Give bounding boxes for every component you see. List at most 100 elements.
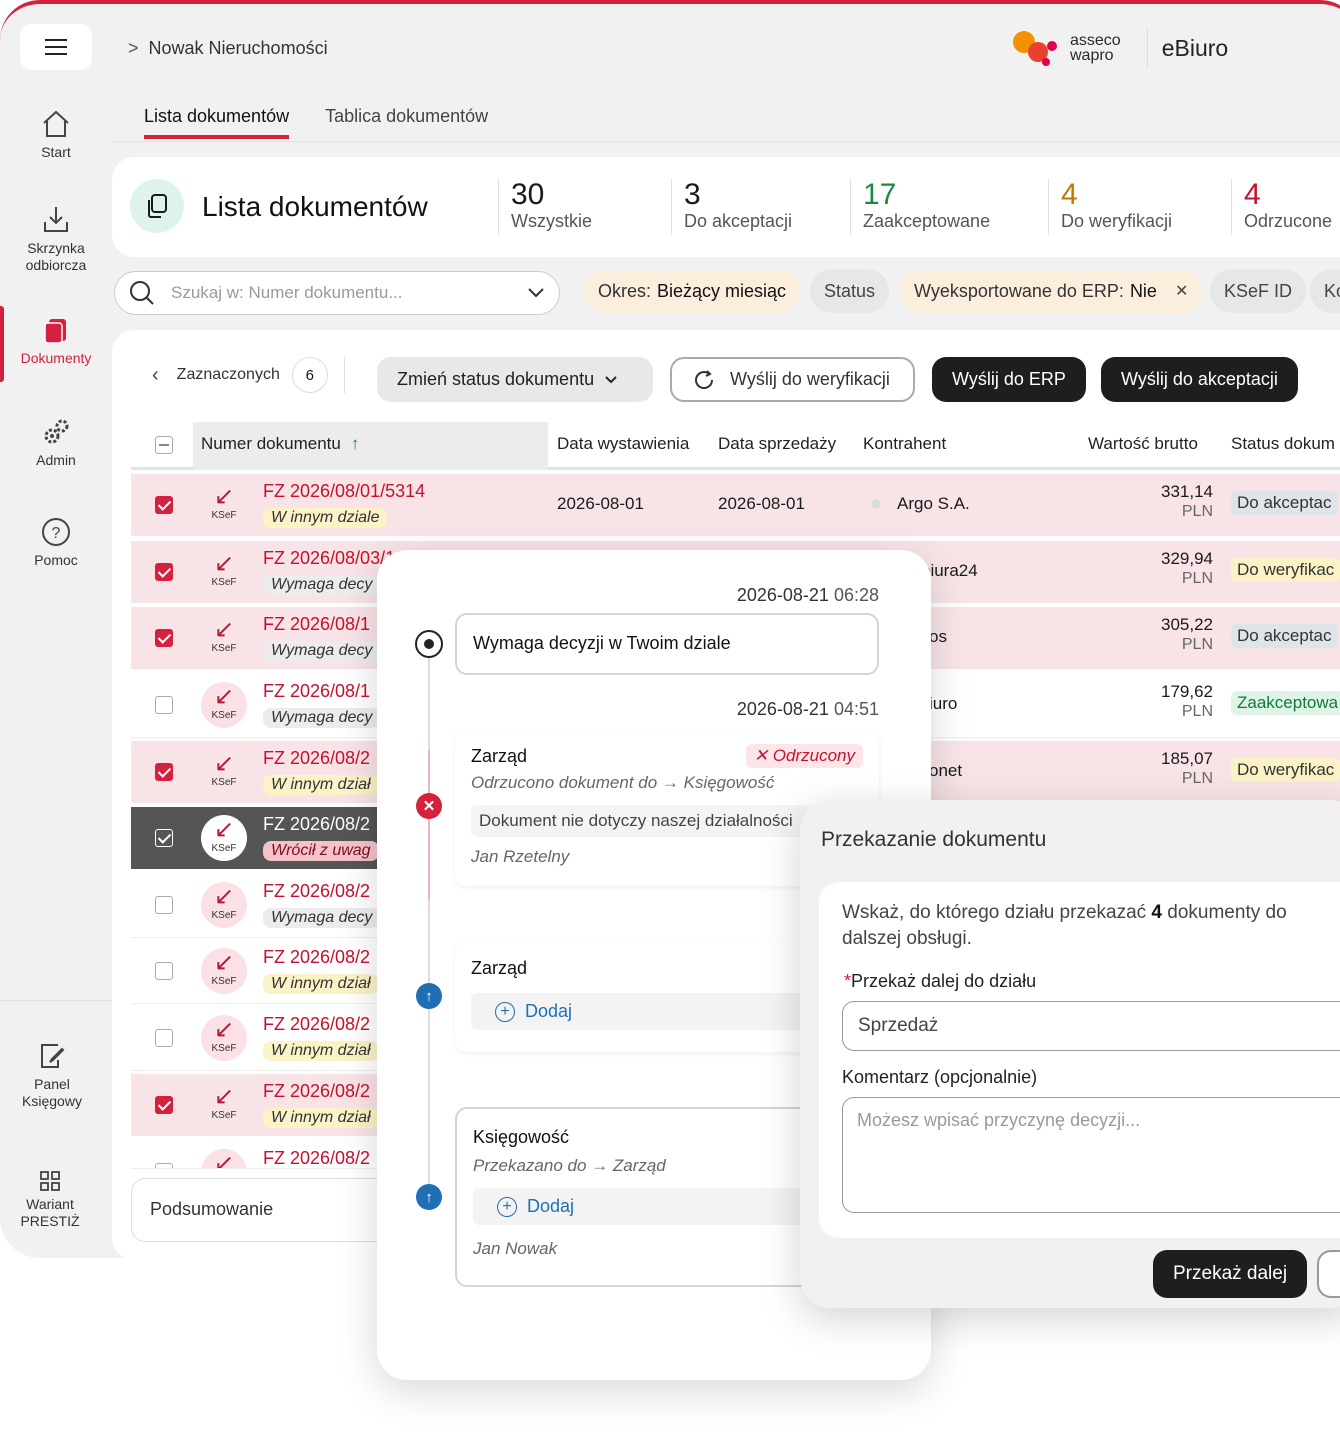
amount-value: 185,07 bbox=[1161, 749, 1213, 768]
chevron-down-icon bbox=[528, 288, 544, 298]
ksef-incoming-icon: ↙ KSeF bbox=[201, 749, 247, 795]
sidebar-item-inbox[interactable]: Skrzynka odbiorcza bbox=[0, 204, 112, 274]
currency: PLN bbox=[1181, 503, 1213, 520]
filter-erp[interactable]: Wyeksportowane do ERP: Nie ✕ bbox=[900, 269, 1203, 313]
sidebar-item-admin[interactable]: Admin bbox=[0, 416, 112, 469]
search-input[interactable]: Szukaj w: Numer dokumentu... bbox=[114, 271, 560, 315]
sidebar-item-documents[interactable]: Dokumenty bbox=[0, 306, 112, 382]
col-status[interactable]: Status dokum bbox=[1231, 434, 1335, 454]
dept-field-label: *Przekaż dalej do działu bbox=[844, 971, 1036, 992]
comment-field-label: Komentarz (opcjonalnie) bbox=[842, 1067, 1038, 1087]
send-to-acceptance-button[interactable]: Wyślij do akceptacji bbox=[1101, 357, 1298, 402]
copy-document-icon bbox=[148, 194, 167, 218]
row-checkbox[interactable] bbox=[155, 563, 173, 581]
row-checkbox[interactable] bbox=[155, 962, 173, 980]
row-checkbox[interactable] bbox=[155, 696, 173, 714]
stat-all[interactable]: 30 Wszystkie bbox=[498, 179, 592, 235]
row-checkbox[interactable] bbox=[155, 629, 173, 647]
stat-to-verify[interactable]: 4 Do weryfikacji bbox=[1048, 179, 1172, 235]
filter-ksef-id[interactable]: KSeF ID bbox=[1210, 269, 1307, 313]
instruction-text: Wskaż, do którego działu przekazać bbox=[842, 902, 1147, 923]
stat-accepted[interactable]: 17 Zaakceptowane bbox=[850, 179, 990, 235]
sidebar-item-start[interactable]: Start bbox=[0, 108, 112, 161]
document-number[interactable]: FZ 2026/08/01/5314 bbox=[263, 481, 425, 502]
ksef-incoming-icon: ↙ KSeF bbox=[201, 948, 247, 994]
filter-status[interactable]: Status bbox=[810, 269, 890, 313]
col-contractor[interactable]: Kontrahent bbox=[863, 434, 946, 454]
timeline-comment: Dokument nie dotyczy naszej działalności bbox=[471, 805, 811, 837]
document-number[interactable]: FZ 2026/08/2 bbox=[263, 1014, 370, 1035]
tab-document-board[interactable]: Tablica dokumentów bbox=[325, 106, 488, 139]
document-number[interactable]: FZ 2026/08/1 bbox=[263, 614, 370, 635]
stat-label: Wszystkie bbox=[511, 211, 592, 231]
col-issue-date[interactable]: Data wystawienia bbox=[557, 434, 689, 454]
select-all-checkbox[interactable] bbox=[155, 436, 173, 454]
sidebar-item-label: Admin bbox=[36, 452, 76, 468]
ksef-label: KSeF bbox=[211, 577, 237, 588]
gross-amount: 185,07 PLN bbox=[1161, 749, 1213, 789]
col-gross-value[interactable]: Wartość brutto bbox=[1088, 434, 1198, 454]
status-badge: Do weryfikac bbox=[1231, 558, 1340, 582]
row-checkbox[interactable] bbox=[155, 496, 173, 514]
send-to-erp-button[interactable]: Wyślij do ERP bbox=[932, 357, 1086, 402]
document-number[interactable]: FZ 2026/08/1 bbox=[263, 681, 370, 702]
sort-ascending-icon: ↑ bbox=[350, 434, 360, 453]
amount-value: 331,14 bbox=[1161, 482, 1213, 501]
dept-tag: W innym dział bbox=[263, 974, 379, 994]
row-checkbox[interactable] bbox=[155, 1096, 173, 1114]
plus-circle-icon: + bbox=[497, 1196, 517, 1217]
row-checkbox[interactable] bbox=[155, 763, 173, 781]
row-checkbox[interactable] bbox=[155, 829, 173, 847]
stat-rejected[interactable]: 4 Odrzucone bbox=[1231, 179, 1332, 235]
timeline-current-card[interactable]: Wymaga decyzji w Twoim dziale bbox=[455, 613, 879, 675]
timeline-date: 2026-08-21 06:28 bbox=[737, 585, 879, 606]
ksef-label: KSeF bbox=[211, 710, 237, 721]
document-number[interactable]: FZ 2026/08/2 bbox=[263, 947, 370, 968]
document-number[interactable]: FZ 2026/08/2 bbox=[263, 1148, 370, 1168]
filter-period[interactable]: Okres: Bieżący miesiąc bbox=[584, 269, 801, 313]
currency: PLN bbox=[1181, 770, 1213, 787]
stat-value: 3 bbox=[684, 178, 701, 211]
menu-button[interactable] bbox=[20, 24, 92, 70]
col-sale-date[interactable]: Data sprzedaży bbox=[718, 434, 836, 454]
row-checkbox[interactable] bbox=[155, 1163, 173, 1168]
document-number[interactable]: FZ 2026/08/2 bbox=[263, 748, 370, 769]
stat-value: 4 bbox=[1061, 178, 1078, 211]
ksef-label: KSeF bbox=[211, 643, 237, 654]
row-checkbox[interactable] bbox=[155, 1029, 173, 1047]
row-checkbox[interactable] bbox=[155, 896, 173, 914]
forward-button[interactable]: Przekaż dalej bbox=[1153, 1250, 1308, 1298]
sidebar-item-help[interactable]: ? Pomoc bbox=[0, 516, 112, 569]
send-to-verification-button[interactable]: Wyślij do weryfikacji bbox=[670, 357, 915, 402]
col-number[interactable]: Numer dokumentu ↑ bbox=[201, 434, 359, 454]
ksef-incoming-icon: ↙ KSeF bbox=[201, 1015, 247, 1061]
sale-date: 2026-08-01 bbox=[718, 494, 805, 513]
change-status-button[interactable]: Zmień status dokumentu bbox=[377, 357, 653, 402]
document-number[interactable]: FZ 2026/08/2 bbox=[263, 1081, 370, 1102]
ksef-label: KSeF bbox=[211, 910, 237, 921]
stat-label: Do weryfikacji bbox=[1061, 211, 1173, 231]
stat-to-accept[interactable]: 3 Do akceptacji bbox=[671, 179, 792, 235]
document-number[interactable]: FZ 2026/08/2 bbox=[263, 814, 370, 835]
breadcrumb[interactable]: > Nowak Nieruchomości bbox=[128, 38, 328, 59]
sidebar-item-accountant-panel[interactable]: Panel Księgowy bbox=[0, 1040, 108, 1110]
document-number[interactable]: FZ 2026/08/2 bbox=[263, 881, 370, 902]
status-badge: Do weryfikac bbox=[1231, 758, 1340, 782]
dialog-title: Przekazanie dokumentu bbox=[821, 828, 1047, 851]
table-row[interactable]: ↙ KSeF FZ 2026/08/01/5314 W innym dziale … bbox=[131, 474, 1340, 538]
toolbar-divider bbox=[343, 357, 345, 393]
cancel-button[interactable] bbox=[1317, 1250, 1340, 1298]
sidebar-item-variant[interactable]: Wariant PRESTIŻ bbox=[0, 1170, 106, 1230]
currency: PLN bbox=[1181, 570, 1213, 587]
comment-textarea[interactable]: Możesz wpisać przyczynę decyzji... bbox=[842, 1097, 1340, 1213]
filter-more[interactable]: Ko bbox=[1310, 269, 1340, 313]
brand-logo-text: asseco wapro bbox=[1070, 33, 1121, 64]
stat-label: Zaakceptowane bbox=[863, 211, 991, 231]
sidebar: Start Skrzynka odbiorcza Dokumenty Admin… bbox=[0, 4, 112, 1258]
ksef-label: KSeF bbox=[211, 976, 237, 987]
close-icon[interactable]: ✕ bbox=[1175, 281, 1188, 301]
tab-document-list[interactable]: Lista dokumentów bbox=[144, 106, 290, 139]
chevron-left-icon[interactable]: ‹ bbox=[152, 364, 159, 387]
dept-select[interactable]: Sprzedaż bbox=[842, 1001, 1340, 1051]
timeline-line bbox=[428, 645, 430, 1205]
